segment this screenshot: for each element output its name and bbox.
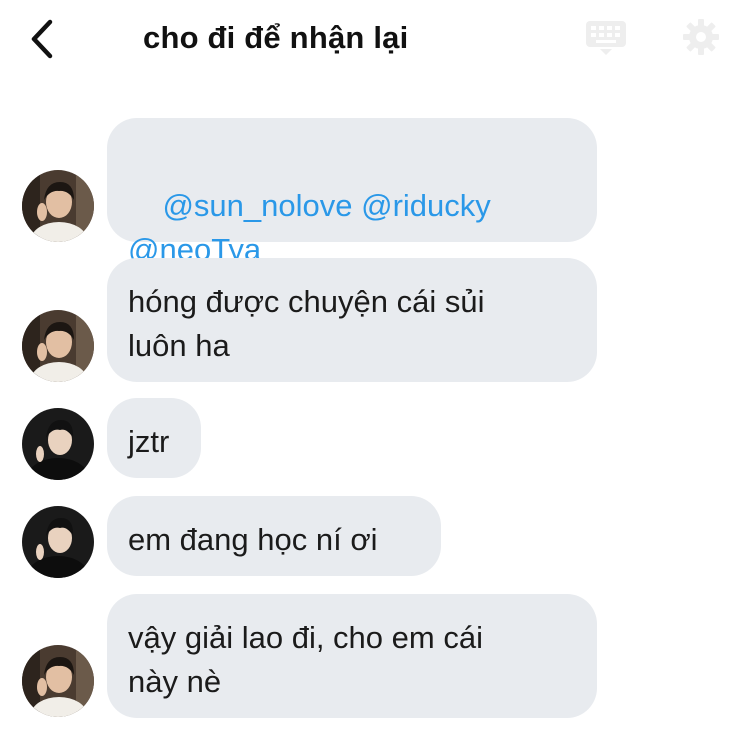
chat-title: cho đi để nhận lại <box>143 20 409 55</box>
chevron-left-icon <box>31 19 53 59</box>
chat-header: cho đi để nhận lại <box>0 0 749 80</box>
message-bubble[interactable]: hóng được chuyện cái sủi luôn ha <box>107 258 597 382</box>
back-button[interactable] <box>26 18 62 60</box>
keyboard-icon[interactable] <box>585 20 627 56</box>
gear-icon[interactable] <box>682 18 720 56</box>
avatar[interactable] <box>22 645 94 717</box>
message-bubble[interactable]: vậy giải lao đi, cho em cái này nè <box>107 594 597 718</box>
mention-link[interactable]: @sun_nolove <box>162 188 352 223</box>
message-bubble[interactable]: em đang học ní ơi <box>107 496 441 576</box>
avatar[interactable] <box>22 310 94 382</box>
avatar[interactable] <box>22 506 94 578</box>
avatar[interactable] <box>22 170 94 242</box>
mention-link[interactable]: @riducky <box>361 188 491 223</box>
avatar[interactable] <box>22 408 94 480</box>
message-bubble[interactable]: @sun_nolove @riducky @neoTya <box>107 118 597 267</box>
message-bubble[interactable]: jztr <box>107 398 201 478</box>
